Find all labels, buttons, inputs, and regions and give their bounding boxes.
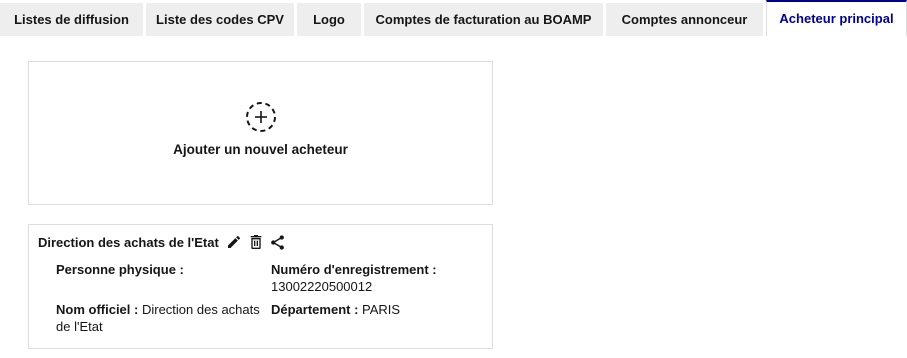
- tab-listes-de-diffusion[interactable]: Listes de diffusion: [0, 3, 143, 36]
- plus-circle-dashed-icon: [246, 102, 276, 132]
- buyer-header: Direction des achats de l'Etat: [38, 232, 291, 252]
- tab-comptes-de-facturation[interactable]: Comptes de facturation au BOAMP: [364, 3, 603, 36]
- nom-officiel-field: Nom officiel : Direction des achats de l…: [56, 301, 266, 335]
- personne-physique-label: Personne physique :: [56, 262, 184, 277]
- departement-label: Département :: [271, 302, 359, 317]
- numero-enregistrement-value: 13002220500012: [271, 279, 373, 294]
- tab-comptes-annonceur[interactable]: Comptes annonceur: [606, 3, 763, 36]
- departement-field: Département : PARIS: [271, 301, 481, 318]
- add-buyer-label: Ajouter un nouvel acheteur: [173, 142, 348, 157]
- personne-physique-field: Personne physique :: [56, 261, 184, 278]
- share-icon[interactable]: [269, 233, 287, 251]
- delete-icon[interactable]: [247, 233, 265, 251]
- numero-enregistrement-label: Numéro d'enregistrement :: [271, 262, 437, 277]
- departement-value: PARIS: [362, 302, 401, 317]
- nom-officiel-label: Nom officiel :: [56, 302, 139, 317]
- tab-logo[interactable]: Logo: [297, 3, 361, 36]
- buyer-card: Direction des achats de l'Etat Personne …: [28, 224, 493, 349]
- buyer-name: Direction des achats de l'Etat: [38, 234, 219, 250]
- tab-bar: Listes de diffusion Liste des codes CPV …: [0, 0, 907, 36]
- tab-acheteur-principal[interactable]: Acheteur principal: [766, 0, 907, 36]
- edit-icon[interactable]: [225, 233, 243, 251]
- add-buyer-card[interactable]: Ajouter un nouvel acheteur: [28, 61, 493, 205]
- tab-liste-des-codes-cpv[interactable]: Liste des codes CPV: [146, 3, 294, 36]
- numero-enregistrement-field: Numéro d'enregistrement : 13002220500012: [271, 261, 481, 295]
